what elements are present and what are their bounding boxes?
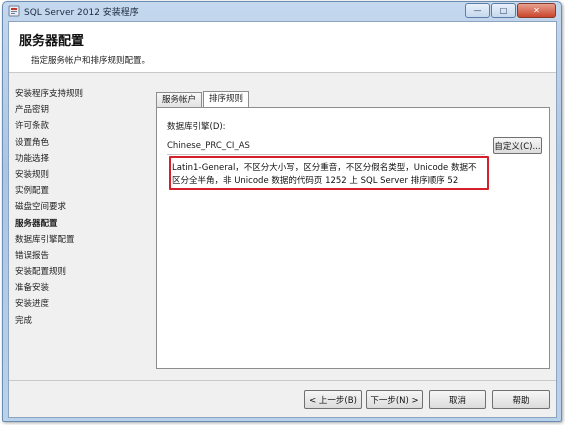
maximize-button[interactable]: □ [491, 3, 516, 18]
window-title: SQL Server 2012 安装程序 [24, 8, 139, 18]
customize-button[interactable]: 自定义(C)... [493, 137, 542, 154]
nav-item-instance-configuration[interactable]: 实例配置 [15, 183, 145, 199]
minimize-icon: — [473, 6, 482, 15]
footer-separator [9, 380, 556, 381]
tab-service-accounts[interactable]: 服务帐户 [156, 92, 203, 107]
back-button[interactable]: < 上一步(B) [304, 390, 362, 409]
maximize-icon: □ [499, 6, 508, 15]
collation-underline [167, 154, 485, 155]
close-button[interactable]: ✕ [517, 3, 556, 18]
cancel-button[interactable]: 取消 [429, 390, 486, 409]
nav-item-complete[interactable]: 完成 [15, 313, 145, 329]
page-subtitle: 指定服务帐户和排序规则配置。 [31, 56, 151, 66]
sql-server-icon [8, 5, 20, 17]
page-header: 服务器配置 指定服务帐户和排序规则配置。 [9, 22, 556, 73]
nav-item-setup-support-rules[interactable]: 安装程序支持规则 [15, 86, 145, 102]
nav-item-setup-role[interactable]: 设置角色 [15, 135, 145, 151]
nav-item-installation-rules[interactable]: 安装规则 [15, 167, 145, 183]
database-engine-label: 数据库引擎(D): [167, 122, 226, 132]
nav-item-ready-to-install[interactable]: 准备安装 [15, 280, 145, 296]
minimize-button[interactable]: — [465, 3, 490, 18]
help-button[interactable]: 帮助 [492, 390, 550, 409]
next-button[interactable]: 下一步(N) > [366, 390, 423, 409]
installer-window: SQL Server 2012 安装程序 — □ ✕ 服务器配置 指定服务帐户和… [2, 1, 562, 422]
caption-buttons: — □ ✕ [464, 3, 556, 18]
nav-item-install-progress[interactable]: 安装进度 [15, 296, 145, 312]
tab-strip: 服务帐户 排序规则 [156, 90, 250, 108]
close-icon: ✕ [533, 6, 540, 15]
page-title: 服务器配置 [19, 34, 85, 49]
tab-collation[interactable]: 排序规则 [203, 91, 250, 108]
nav-item-disk-space[interactable]: 磁盘空间要求 [15, 199, 145, 215]
collation-value: Chinese_PRC_CI_AS [167, 141, 250, 151]
nav-item-license-terms[interactable]: 许可条款 [15, 118, 145, 134]
nav-item-config-rules[interactable]: 安装配置规则 [15, 264, 145, 280]
highlight-annotation [169, 156, 489, 190]
nav-item-feature-selection[interactable]: 功能选择 [15, 151, 145, 167]
nav-item-error-reporting[interactable]: 错误报告 [15, 248, 145, 264]
nav-item-database-engine[interactable]: 数据库引擎配置 [15, 232, 145, 248]
nav-item-server-configuration[interactable]: 服务器配置 [15, 216, 145, 232]
nav-item-product-key[interactable]: 产品密钥 [15, 102, 145, 118]
collation-panel: 数据库引擎(D): Chinese_PRC_CI_AS 自定义(C)... La… [156, 107, 550, 369]
dialog-client-area: 服务器配置 指定服务帐户和排序规则配置。 安装程序支持规则 产品密钥 许可条款 … [8, 21, 557, 418]
title-bar[interactable]: SQL Server 2012 安装程序 — □ ✕ [3, 2, 561, 20]
setup-steps-nav: 安装程序支持规则 产品密钥 许可条款 设置角色 功能选择 安装规则 实例配置 磁… [15, 86, 145, 329]
